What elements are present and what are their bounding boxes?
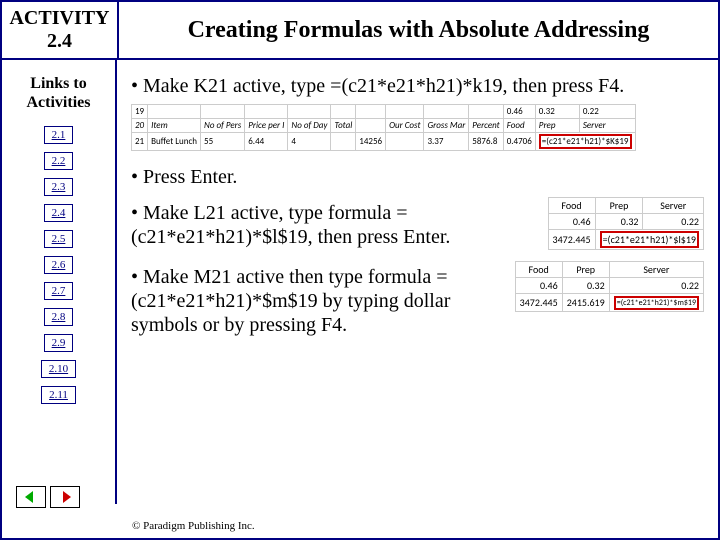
cell: 0.22 [643,214,704,230]
cell: 3.37 [424,133,469,151]
arrow-left-icon [23,490,39,504]
cell: Buffet Lunch [148,133,201,151]
formula-highlight-2: =(c21*e21*h21)*$l$19 [600,231,699,248]
sidebar-item-2-9[interactable]: 2.9 [44,334,74,352]
colhdr [356,119,386,133]
sidebar-item-2-2[interactable]: 2.2 [44,152,74,170]
colhdr: Gross Mar [424,119,469,133]
colhdr: Prep [535,119,579,133]
colhdr: Food [515,262,562,278]
prev-button[interactable] [16,486,46,508]
arrow-right-icon [57,490,73,504]
rownum: 20 [132,119,148,133]
cell: 0.32 [562,278,609,294]
colhdr: Prep [562,262,609,278]
header: ACTIVITY 2.4 Creating Formulas with Abso… [2,2,718,60]
body: Links to Activities 2.1 2.2 2.3 2.4 2.5 … [2,60,718,504]
sidebar-item-2-4[interactable]: 2.4 [44,204,74,222]
colhdr: Food [503,119,535,133]
cell-highlight: =(c21*e21*h21)*$K$19 [535,133,635,151]
colhdr: Our Cost [386,119,424,133]
colhdr: Food [548,198,595,214]
rownum: 21 [132,133,148,151]
bullet-1-pre: • Make K21 active, type [131,75,330,97]
sidebar-item-2-3[interactable]: 2.3 [44,178,74,196]
bullet-1-formula: =(c21*e21*h21)*k19 [330,75,502,97]
spreadsheet-preview-1: 19 0.46 0.32 0.22 20 Item No of Pers Pri… [131,104,636,151]
colhdr: Percent [469,119,503,133]
bullet-4-pre: • Make M21 active then type formula [131,266,436,288]
cell: 0.46 [548,214,595,230]
cell: 6.44 [245,133,288,151]
cell: 0.22 [609,278,703,294]
colhdr: No of Day [288,119,331,133]
spreadsheet-preview-2: Food Prep Server 0.46 0.32 0.22 3472.445… [548,197,704,250]
bullet-3-pre: • Make L21 active, type formula [131,202,396,224]
cell: 5876.8 [469,133,503,151]
sidebar-item-2-1[interactable]: 2.1 [44,126,74,144]
sidebar: Links to Activities 2.1 2.2 2.3 2.4 2.5 … [2,60,117,504]
activity-number: ACTIVITY 2.4 [2,2,119,58]
cell-highlight: =(c21*e21*h21)*$m$19 [609,294,703,312]
main-content: • Make K21 active, type =(c21*e21*h21)*k… [117,60,718,504]
sidebar-item-2-5[interactable]: 2.5 [44,230,74,248]
cell: 4 [288,133,331,151]
formula-highlight-1: =(c21*e21*h21)*$K$19 [539,134,632,149]
bullet-4: • Make M21 active then type formula =(c2… [131,265,507,337]
colhdr: Server [609,262,703,278]
nav-controls [16,486,80,508]
cell: 0.4706 [503,133,535,151]
cell [331,133,356,151]
page-title: Creating Formulas with Absolute Addressi… [119,2,718,58]
cell: 0.22 [579,105,635,119]
sidebar-item-2-11[interactable]: 2.11 [41,386,76,404]
cell: 0.46 [503,105,535,119]
bullet-3-post: , then press Enter. [308,226,451,248]
colhdr: Price per I [245,119,288,133]
colhdr: Server [643,198,704,214]
colhdr: No of Pers [201,119,245,133]
sidebar-item-2-6[interactable]: 2.6 [44,256,74,274]
sidebar-item-2-7[interactable]: 2.7 [44,282,74,300]
bullet-2: • Press Enter. [131,165,704,189]
colhdr: Total [331,119,356,133]
cell: 3472.445 [515,294,562,312]
cell: 2415.619 [562,294,609,312]
bullet-1-post: , then press F4. [503,75,625,97]
next-button[interactable] [50,486,80,508]
cell: 0.32 [595,214,643,230]
cell [386,133,424,151]
cell: 14256 [356,133,386,151]
rownum: 19 [132,105,148,119]
cell: 3472.445 [548,230,595,250]
colhdr: Prep [595,198,643,214]
bullet-1: • Make K21 active, type =(c21*e21*h21)*k… [131,74,704,98]
copyright: © Paradigm Publishing Inc. [132,520,255,532]
sidebar-item-2-10[interactable]: 2.10 [41,360,76,378]
spreadsheet-preview-3: Food Prep Server 0.46 0.32 0.22 3472.445… [515,261,704,312]
cell: 0.32 [535,105,579,119]
colhdr: Item [148,119,201,133]
formula-highlight-3: =(c21*e21*h21)*$m$19 [614,296,699,310]
sidebar-title: Links to Activities [2,70,115,122]
cell: 55 [201,133,245,151]
sidebar-item-2-8[interactable]: 2.8 [44,308,74,326]
bullet-3: • Make L21 active, type formula =(c21*e2… [131,201,540,249]
cell: 0.46 [515,278,562,294]
cell-highlight: =(c21*e21*h21)*$l$19 [595,230,703,250]
slide-root: ACTIVITY 2.4 Creating Formulas with Abso… [0,0,720,540]
colhdr: Server [579,119,635,133]
